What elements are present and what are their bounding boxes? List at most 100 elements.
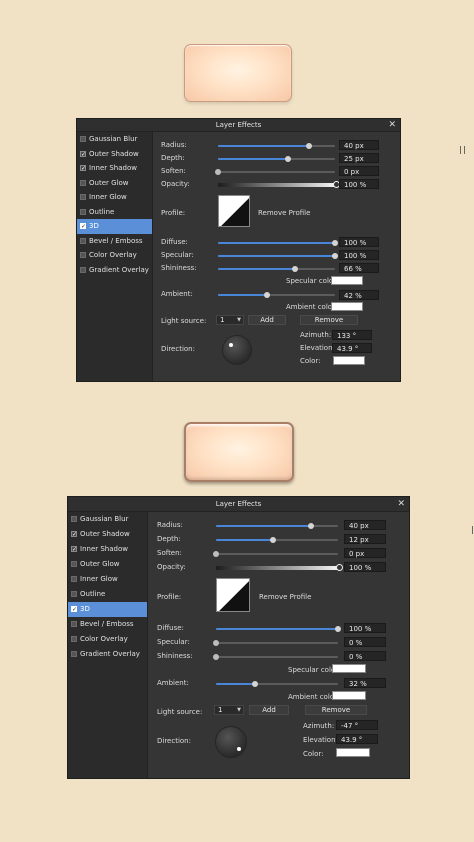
opacity-slider[interactable]: [218, 183, 335, 187]
radius-slider[interactable]: [218, 143, 335, 149]
shininess-field[interactable]: 66 %: [339, 263, 379, 273]
diffuse-field[interactable]: 100 %: [344, 623, 386, 633]
checkbox[interactable]: [80, 237, 86, 244]
sidebar-item-outline[interactable]: Outline: [77, 205, 152, 220]
remove-light-button[interactable]: Remove: [305, 705, 367, 715]
ambient-slider[interactable]: [216, 681, 338, 687]
soften-field[interactable]: 0 px: [339, 166, 379, 176]
sidebar-item-outer-glow[interactable]: Outer Glow: [68, 557, 147, 572]
depth-slider[interactable]: [216, 537, 338, 543]
sidebar-item-inner-glow[interactable]: Inner Glow: [68, 572, 147, 587]
checkbox[interactable]: ✓: [71, 606, 77, 613]
sidebar-item-gaussian-blur[interactable]: Gaussian Blur: [77, 132, 152, 147]
close-icon[interactable]: ✕: [397, 497, 405, 511]
sidebar-item-gradient-overlay[interactable]: Gradient Overlay: [68, 647, 147, 662]
checkbox[interactable]: ✓: [71, 546, 77, 553]
sidebar-item-inner-shadow[interactable]: ✓ Inner Shadow: [68, 542, 147, 557]
sidebar-item-inner-shadow[interactable]: ✓ Inner Shadow: [77, 161, 152, 176]
checkbox[interactable]: [80, 252, 86, 258]
checkbox[interactable]: [71, 516, 77, 522]
checkbox[interactable]: [71, 621, 77, 627]
diffuse-field[interactable]: 100 %: [339, 237, 379, 247]
opacity-field[interactable]: 100 %: [339, 179, 379, 189]
profile-curve-thumbnail[interactable]: [216, 578, 250, 612]
specular-slider[interactable]: [218, 253, 338, 259]
soften-slider[interactable]: [213, 551, 338, 557]
sidebar-item-outer-shadow[interactable]: ✓ Outer Shadow: [77, 147, 152, 162]
close-icon[interactable]: ✕: [388, 119, 396, 131]
dialog-titlebar[interactable]: Layer Effects ✕: [77, 119, 400, 132]
specular-field[interactable]: 0 %: [344, 637, 386, 647]
sidebar-item-bevel-emboss[interactable]: Bevel / Emboss: [68, 617, 147, 632]
ambient-field[interactable]: 42 %: [339, 290, 379, 300]
checkbox[interactable]: ✓: [80, 150, 86, 157]
checkbox[interactable]: ✓: [80, 223, 86, 230]
elevation-field[interactable]: 43.9 °: [332, 343, 372, 353]
sidebar-item-bevel-emboss[interactable]: Bevel / Emboss: [77, 234, 152, 249]
specular-color-swatch[interactable]: [331, 276, 363, 285]
checkbox[interactable]: [80, 194, 86, 200]
checkbox[interactable]: [71, 591, 77, 597]
radius-field[interactable]: 40 px: [344, 520, 386, 530]
opacity-slider[interactable]: [216, 566, 338, 570]
diffuse-slider[interactable]: [216, 626, 341, 632]
depth-field[interactable]: 12 px: [344, 534, 386, 544]
specular-slider[interactable]: [213, 640, 338, 646]
azimuth-field[interactable]: 133 °: [332, 330, 372, 340]
soften-slider[interactable]: [215, 169, 335, 175]
sidebar-item-gaussian-blur[interactable]: Gaussian Blur: [68, 512, 147, 527]
checkbox[interactable]: [80, 136, 86, 142]
sidebar-item-color-overlay[interactable]: Color Overlay: [77, 248, 152, 263]
remove-profile-button[interactable]: Remove Profile: [258, 209, 310, 217]
sidebar-item-inner-glow[interactable]: Inner Glow: [77, 190, 152, 205]
add-light-button[interactable]: Add: [249, 705, 289, 715]
sidebar-item-outline[interactable]: Outline: [68, 587, 147, 602]
checkbox[interactable]: [80, 266, 86, 273]
radius-field[interactable]: 40 px: [339, 140, 379, 150]
light-color-swatch[interactable]: [336, 748, 370, 757]
shininess-field[interactable]: 0 %: [344, 651, 386, 661]
elevation-field[interactable]: 43.9 °: [336, 734, 378, 744]
direction-dial-handle[interactable]: [237, 747, 241, 751]
checkbox[interactable]: [71, 576, 77, 582]
remove-profile-button[interactable]: Remove Profile: [259, 593, 311, 601]
specular-field[interactable]: 100 %: [339, 250, 379, 260]
shininess-slider[interactable]: [213, 654, 338, 660]
add-light-button[interactable]: Add: [248, 315, 286, 325]
light-source-dropdown[interactable]: 1 ▼: [216, 315, 244, 325]
ambient-color-swatch[interactable]: [331, 302, 363, 311]
scrollbar[interactable]: [460, 146, 465, 154]
sidebar-item-outer-shadow[interactable]: ✓ Outer Shadow: [68, 527, 147, 542]
sidebar-item-outer-glow[interactable]: Outer Glow: [77, 176, 152, 191]
profile-curve-thumbnail[interactable]: [218, 195, 250, 227]
azimuth-field[interactable]: -47 °: [336, 720, 378, 730]
sidebar-item-gradient-overlay[interactable]: Gradient Overlay: [77, 263, 152, 278]
checkbox[interactable]: [80, 179, 86, 186]
shininess-slider[interactable]: [218, 266, 335, 272]
checkbox[interactable]: [71, 636, 77, 642]
depth-slider[interactable]: [218, 156, 335, 162]
ambient-color-swatch[interactable]: [332, 691, 366, 700]
checkbox[interactable]: [71, 651, 77, 657]
sidebar-item-3d[interactable]: ✓ 3D: [68, 602, 147, 617]
checkbox[interactable]: ✓: [80, 165, 86, 172]
dialog-titlebar[interactable]: Layer Effects ✕: [68, 497, 409, 512]
diffuse-slider[interactable]: [218, 240, 338, 246]
depth-field[interactable]: 25 px: [339, 153, 379, 163]
soften-field[interactable]: 0 px: [344, 548, 386, 558]
sidebar-item-3d[interactable]: ✓ 3D: [77, 219, 152, 234]
remove-light-button[interactable]: Remove: [300, 315, 358, 325]
sidebar-item-color-overlay[interactable]: Color Overlay: [68, 632, 147, 647]
opacity-field[interactable]: 100 %: [344, 562, 386, 572]
specular-color-swatch[interactable]: [332, 664, 366, 673]
checkbox[interactable]: ✓: [71, 531, 77, 538]
ambient-field[interactable]: 32 %: [344, 678, 386, 688]
direction-dial[interactable]: [215, 726, 247, 758]
light-color-swatch[interactable]: [333, 356, 365, 365]
checkbox[interactable]: [80, 208, 86, 215]
opacity-slider-knob[interactable]: [336, 564, 343, 571]
radius-slider[interactable]: [216, 523, 338, 529]
ambient-slider[interactable]: [218, 292, 335, 298]
light-source-dropdown[interactable]: 1 ▼: [214, 705, 244, 715]
direction-dial[interactable]: [222, 335, 252, 365]
